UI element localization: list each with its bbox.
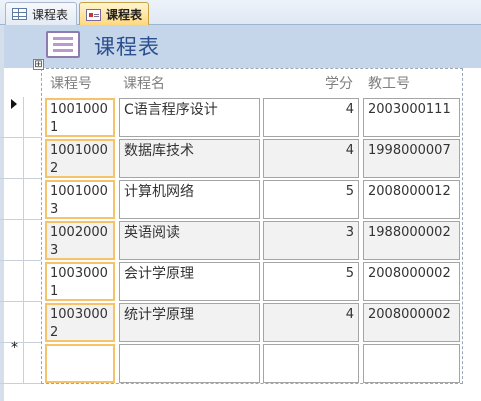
- course-name-field[interactable]: 数据库技术: [119, 139, 260, 178]
- teacher-id-field[interactable]: 2008000002: [363, 262, 460, 301]
- course-id-field[interactable]: 1003000 1: [45, 262, 115, 301]
- course-id-field[interactable]: 1001000 1: [45, 98, 115, 137]
- credits-field[interactable]: [263, 344, 359, 383]
- course-id-field[interactable]: 1003000 2: [45, 303, 115, 342]
- record-selector[interactable]: [4, 179, 24, 220]
- course-id-field[interactable]: 1001000 3: [45, 180, 115, 219]
- record-selector-divider: [0, 383, 41, 384]
- course-name-field[interactable]: 统计学原理: [119, 303, 260, 342]
- column-header-credits: 学分: [325, 76, 353, 92]
- column-header-teacher-id: 教工号: [368, 76, 410, 92]
- new-record-selector[interactable]: *: [4, 340, 24, 384]
- form-icon: [86, 8, 101, 21]
- layout-move-handle-icon[interactable]: ⊞: [33, 59, 44, 70]
- teacher-id-field[interactable]: 1998000007: [363, 139, 460, 178]
- form-title: 课程表: [94, 35, 160, 59]
- course-name-field[interactable]: 会计学原理: [119, 262, 260, 301]
- record-selector[interactable]: [4, 302, 24, 343]
- credits-field[interactable]: 4: [263, 303, 359, 342]
- course-name-field[interactable]: 计算机网络: [119, 180, 260, 219]
- record-selector[interactable]: [4, 220, 24, 261]
- tab-form-course[interactable]: 课程表: [79, 2, 149, 26]
- document-tab-strip: 课程表 课程表: [0, 0, 481, 26]
- credits-field[interactable]: 5: [263, 180, 359, 219]
- tab-table-course[interactable]: 课程表: [5, 2, 77, 25]
- column-header-course-name: 课程名: [123, 76, 165, 92]
- teacher-id-field[interactable]: 2003000111: [363, 98, 460, 137]
- column-header-course-id: 课程号: [50, 76, 92, 92]
- credits-field[interactable]: 4: [263, 139, 359, 178]
- credits-field[interactable]: 4: [263, 98, 359, 137]
- teacher-id-field[interactable]: 1988000002: [363, 221, 460, 260]
- course-id-field[interactable]: 1002000 3: [45, 221, 115, 260]
- teacher-id-field[interactable]: 2008000012: [363, 180, 460, 219]
- course-name-field[interactable]: [119, 344, 260, 383]
- form-logo-icon: [46, 31, 80, 58]
- new-record-star-icon: *: [11, 340, 18, 356]
- tab-label: 课程表: [106, 8, 143, 22]
- course-name-field[interactable]: 英语阅读: [119, 221, 260, 260]
- credits-field[interactable]: 5: [263, 262, 359, 301]
- current-record-arrow-icon: [11, 99, 17, 109]
- teacher-id-field[interactable]: [363, 344, 460, 383]
- table-icon: [12, 8, 27, 20]
- course-name-field[interactable]: C语言程序设计: [119, 98, 260, 137]
- record-selector[interactable]: [4, 97, 24, 138]
- teacher-id-field[interactable]: 2008000002: [363, 303, 460, 342]
- course-id-field[interactable]: [45, 344, 115, 383]
- credits-field[interactable]: 3: [263, 221, 359, 260]
- course-id-field[interactable]: 1001000 2: [45, 139, 115, 178]
- record-selector[interactable]: [4, 261, 24, 302]
- tab-label: 课程表: [32, 7, 69, 22]
- record-selector[interactable]: [4, 138, 24, 179]
